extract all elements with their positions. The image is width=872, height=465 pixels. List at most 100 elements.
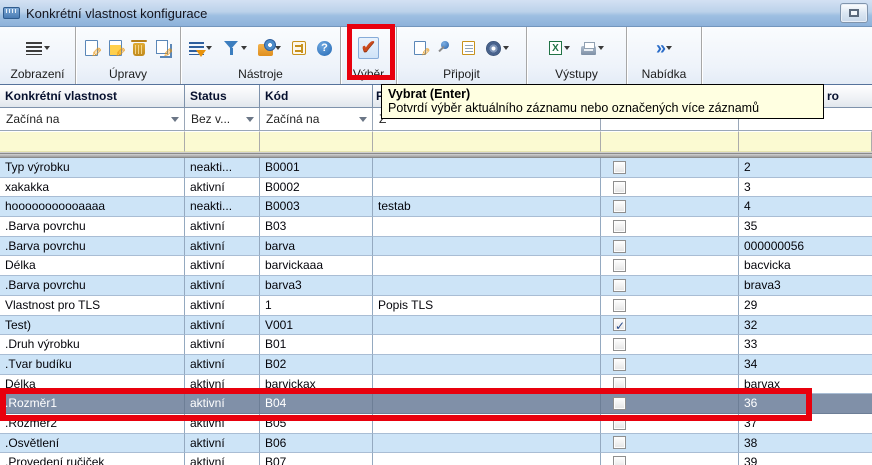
table-row[interactable]: xakakka aktivní B0002 3 (0, 178, 872, 198)
filter-input-cislo[interactable] (739, 131, 872, 152)
cell-kod: barvickaaa (260, 256, 373, 276)
row-checkbox[interactable] (613, 161, 626, 174)
table-row[interactable]: .Osvětlení aktivní B06 38 (0, 434, 872, 454)
table-row[interactable]: Délka aktivní barvickaaa bacvicka (0, 256, 872, 276)
table-row[interactable]: .Druh výrobku aktivní B01 33 (0, 335, 872, 355)
row-checkbox[interactable] (613, 181, 626, 194)
select-button[interactable]: ✔ (358, 37, 380, 59)
row-checkbox[interactable] (613, 200, 626, 213)
row-checkbox[interactable] (613, 240, 626, 253)
maximize-button[interactable] (840, 3, 868, 23)
column-header-konkretni-vlastnost[interactable]: Konkrétní vlastnost (0, 85, 185, 108)
group-label-vyber: Výběr (341, 67, 396, 84)
filter-select-status[interactable]: Bez v... (185, 108, 260, 131)
refresh-button[interactable] (256, 38, 283, 58)
table-row[interactable]: Vlastnost pro TLS aktivní 1 Popis TLS 29 (0, 296, 872, 316)
cell-konkretni-vlastnost: Délka (0, 256, 185, 276)
help-icon: ? (317, 41, 332, 56)
chevron-down-icon (44, 46, 50, 50)
cell-status: aktivní (185, 453, 260, 465)
delete-record-button[interactable] (131, 38, 147, 58)
table-row[interactable]: Délka aktivní barvickax barvax (0, 375, 872, 395)
form-button[interactable] (460, 39, 477, 57)
menu-button[interactable]: » (654, 39, 674, 57)
cell-cislo: 36 (739, 394, 872, 414)
cell-konkretni-vlastnost: .Barva povrchu (0, 217, 185, 237)
cell-status: neakti... (185, 158, 260, 178)
print-button[interactable] (579, 39, 606, 57)
filter-select-vlastnost[interactable]: Začíná na (0, 108, 185, 131)
settings-icon (292, 41, 306, 55)
cell-cislo: 37 (739, 414, 872, 434)
filter-input-checkbox[interactable] (601, 131, 739, 152)
row-checkbox[interactable] (613, 456, 626, 465)
filter-input-popis[interactable] (373, 131, 601, 152)
cell-cislo: 39 (739, 453, 872, 465)
cell-status: aktivní (185, 237, 260, 257)
view-button[interactable] (24, 40, 52, 57)
group-label-upravy: Úpravy (76, 67, 180, 84)
cell-cislo: 35 (739, 217, 872, 237)
filter-input-kod[interactable] (260, 131, 373, 152)
table-row[interactable]: .Barva povrchu aktivní B03 35 (0, 217, 872, 237)
cell-checkbox (601, 296, 739, 316)
row-checkbox[interactable] (613, 299, 626, 312)
pin-button[interactable] (435, 39, 453, 57)
row-checkbox[interactable] (613, 417, 626, 430)
cell-kod: B06 (260, 434, 373, 454)
help-button[interactable]: ? (315, 39, 334, 58)
cell-konkretni-vlastnost: .Barva povrchu (0, 276, 185, 296)
cell-cislo: 34 (739, 355, 872, 375)
row-checkbox[interactable] (613, 358, 626, 371)
cell-konkretni-vlastnost: .Rozměr1 (0, 394, 185, 414)
cell-cislo: barvax (739, 375, 872, 395)
disc-icon (486, 41, 501, 56)
filter-input-vlastnost[interactable] (0, 131, 185, 152)
row-checkbox[interactable] (613, 220, 626, 233)
cell-cislo: 4 (739, 197, 872, 217)
row-checkbox[interactable] (613, 279, 626, 292)
cell-konkretni-vlastnost: xakakka (0, 178, 185, 198)
table-row[interactable]: .Barva povrchu aktivní barva 000000056 (0, 237, 872, 257)
chevron-down-icon (666, 46, 672, 50)
table-row[interactable]: .Tvar budíku aktivní B02 34 (0, 355, 872, 375)
cell-kod: 1 (260, 296, 373, 316)
table-row[interactable]: .Barva povrchu aktivní barva3 brava3 (0, 276, 872, 296)
table-row[interactable]: .Rozměr2 aktivní B05 37 (0, 414, 872, 434)
column-header-status[interactable]: Status (185, 85, 260, 108)
table-row[interactable]: hooooooooooaaaa neakti... B0003 testab 4 (0, 197, 872, 217)
copy-record-button[interactable] (154, 38, 174, 59)
row-checkbox[interactable] (613, 397, 626, 410)
data-grid: Konkrétní vlastnost Status Kód P ro Začí… (0, 84, 872, 465)
row-checkbox[interactable] (613, 436, 626, 449)
excel-export-button[interactable]: X (547, 39, 572, 57)
printer-icon (581, 46, 596, 55)
cell-popis (373, 178, 601, 198)
filter-select-kod[interactable]: Začíná na (260, 108, 373, 131)
media-button[interactable] (484, 39, 511, 58)
cell-kod: B05 (260, 414, 373, 434)
attach-note-button[interactable] (412, 39, 428, 57)
new-record-button[interactable] (83, 38, 100, 58)
row-checkbox[interactable] (613, 318, 626, 331)
table-row[interactable]: .Rozměr1 aktivní B04 36 (0, 394, 872, 414)
cell-popis: testab (373, 197, 601, 217)
row-checkbox[interactable] (613, 259, 626, 272)
sort-button[interactable] (187, 40, 214, 57)
cell-popis (373, 316, 601, 336)
checkmark-icon: ✔ (361, 40, 377, 56)
edit-record-button[interactable] (107, 38, 124, 58)
cell-checkbox (601, 178, 739, 198)
row-checkbox[interactable] (613, 338, 626, 351)
column-header-kod[interactable]: Kód (260, 85, 373, 108)
settings-button[interactable] (290, 39, 308, 57)
toolbar-group-vyber: ✔ Výběr (341, 27, 397, 84)
table-row[interactable]: Test) aktivní V001 32 (0, 316, 872, 336)
edit-record-icon (109, 40, 122, 56)
row-checkbox[interactable] (613, 377, 626, 390)
table-row[interactable]: Typ výrobku neakti... B0001 2 (0, 158, 872, 178)
filter-button[interactable] (221, 39, 249, 57)
table-row[interactable]: .Provedení ručiček aktivní B07 39 (0, 453, 872, 465)
cell-cislo: brava3 (739, 276, 872, 296)
filter-input-status[interactable] (185, 131, 260, 152)
